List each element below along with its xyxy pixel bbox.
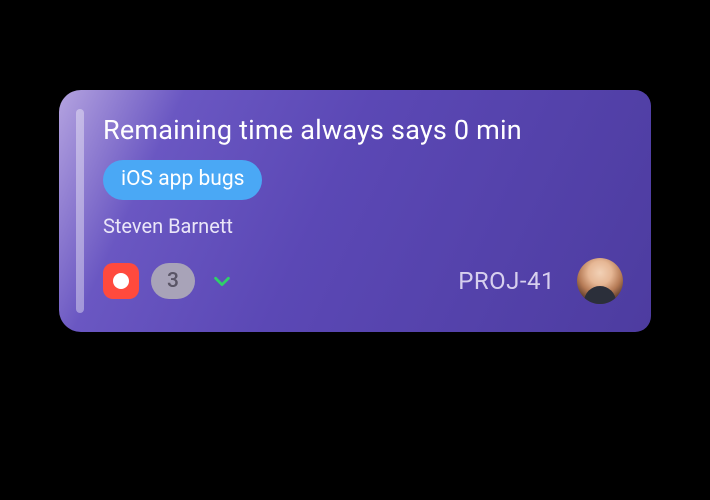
issue-title: Remaining time always says 0 min: [103, 114, 623, 146]
issue-footer: 3 PROJ-41: [103, 258, 623, 304]
expand-toggle[interactable]: [209, 268, 235, 294]
chevron-down-icon: [211, 270, 233, 292]
record-icon: [113, 273, 129, 289]
record-button[interactable]: [103, 263, 139, 299]
accent-bar: [76, 109, 84, 313]
project-id: PROJ-41: [458, 267, 555, 295]
issue-tag[interactable]: iOS app bugs: [103, 160, 262, 200]
assignee-avatar[interactable]: [577, 258, 623, 304]
count-badge[interactable]: 3: [151, 263, 195, 299]
issue-author: Steven Barnett: [103, 214, 623, 238]
issue-card[interactable]: Remaining time always says 0 min iOS app…: [59, 90, 651, 332]
